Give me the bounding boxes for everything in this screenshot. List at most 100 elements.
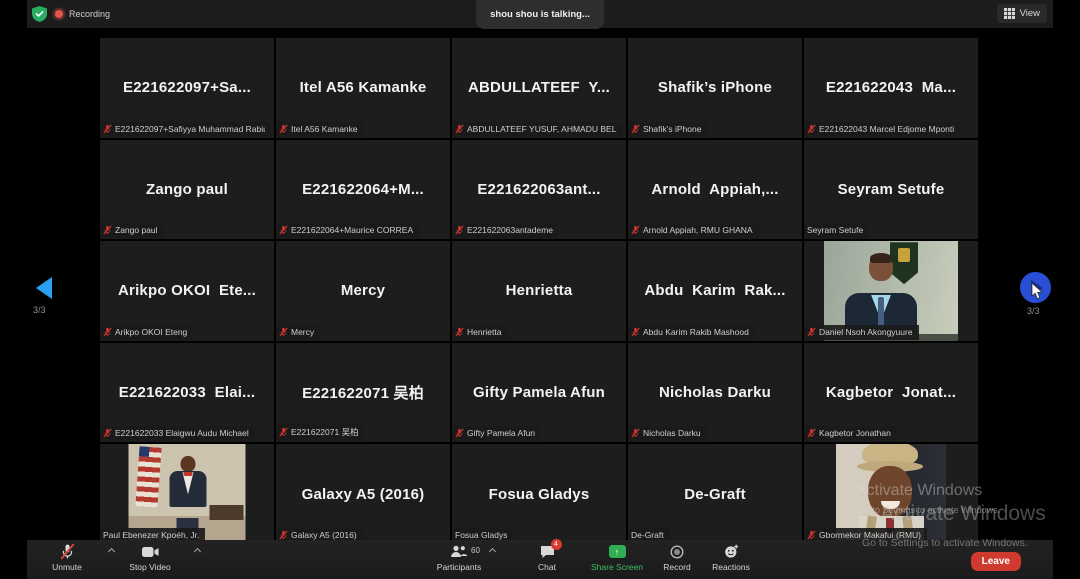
participant-tile[interactable]: Itel A56 Kamanke Itel A56 Kamanke — [276, 38, 450, 138]
participant-label-text: E221622063antademe — [467, 225, 553, 235]
participant-label-text: Itel A56 Kamanke — [291, 124, 358, 134]
shield-check-icon[interactable] — [32, 6, 47, 22]
page-indicator-left: 3/3 — [33, 305, 46, 315]
share-screen-button[interactable]: ↑ Share Screen — [580, 543, 654, 572]
participant-label-text: Nicholas Darku — [643, 428, 701, 438]
participant-tile[interactable]: Henrietta Henrietta — [452, 241, 626, 341]
participant-tile[interactable]: E221622064+M... E221622064+Maurice CORRE… — [276, 140, 450, 240]
mic-muted-icon — [279, 124, 288, 134]
participants-label: Participants — [437, 562, 481, 572]
participant-label-text: E221622064+Maurice CORREA — [291, 225, 413, 235]
participant-tile[interactable]: E221622043 Ma... E221622043 Marcel Edjom… — [804, 38, 978, 138]
stop-video-label: Stop Video — [129, 562, 170, 572]
participant-label-text: Shafik’s iPhone — [643, 124, 701, 134]
participant-name-label: Gifty Pamela Afun — [452, 426, 541, 441]
participant-tile[interactable]: Fosua Gladys Fosua Gladys — [452, 444, 626, 544]
participant-name-label: ABDULLATEEF YUSUF, AHMADU BELLO ... — [452, 122, 623, 137]
mic-muted-icon — [631, 327, 640, 337]
participant-label-text: Fosua Gladys — [455, 530, 507, 540]
participant-tile[interactable]: Gifty Pamela Afun Gifty Pamela Afun — [452, 343, 626, 443]
mic-muted-icon — [103, 428, 112, 438]
mouse-cursor — [1031, 283, 1044, 300]
participant-tile[interactable]: Kagbetor Jonat... Kagbetor Jonathan — [804, 343, 978, 443]
record-label: Record — [663, 562, 690, 572]
participant-tile[interactable]: Abdu Karim Rak... Abdu Karim Rakib Masho… — [628, 241, 802, 341]
participant-name-label: E221622064+Maurice CORREA — [276, 223, 419, 238]
participant-tile[interactable]: E221622097+Sa... E221622097+Safiyya Muha… — [100, 38, 274, 138]
participant-tile[interactable]: Shafik’s iPhone Shafik’s iPhone — [628, 38, 802, 138]
participant-label-text: Seyram Setufe — [807, 225, 863, 235]
previous-page-arrow[interactable] — [36, 277, 52, 299]
recording-label: Recording — [69, 9, 110, 19]
participant-tile[interactable]: Galaxy A5 (2016) Galaxy A5 (2016) — [276, 444, 450, 544]
mic-muted-icon — [631, 124, 640, 134]
participant-label-text: Mercy — [291, 327, 314, 337]
participant-label-text: E221622043 Marcel Edjome Mponti — [819, 124, 954, 134]
reactions-smiley-icon — [724, 543, 739, 560]
participants-icon — [450, 543, 468, 560]
participant-tile[interactable]: Zango paul Zango paul — [100, 140, 274, 240]
leave-button[interactable]: Leave — [971, 552, 1021, 571]
participant-name-label: Zango paul — [100, 223, 164, 238]
view-button[interactable]: View — [997, 4, 1047, 23]
chat-label: Chat — [538, 562, 556, 572]
participants-button[interactable]: Participants 60 — [427, 543, 491, 572]
participant-label-text: E221622033 Elaigwu Audu Michael — [115, 428, 249, 438]
participant-tile[interactable]: Mercy Mercy — [276, 241, 450, 341]
participant-tile[interactable]: E221622033 Elai... E221622033 Elaigwu Au… — [100, 343, 274, 443]
reactions-button[interactable]: Reactions — [703, 543, 759, 572]
participant-tile[interactable]: E221622071 吴柏 E221622071 吴柏 — [276, 343, 450, 443]
mic-muted-icon — [455, 225, 464, 235]
chat-bubble-icon: 4 — [540, 543, 555, 560]
mic-muted-icon — [807, 530, 816, 540]
participant-name-label: Henrietta — [452, 325, 508, 340]
participant-label-text: E221622071 吴柏 — [291, 426, 359, 438]
participant-tile[interactable]: Daniel Nsoh Akongyuure — [804, 241, 978, 341]
participant-name-label: Arnold Appiah, RMU GHANA — [628, 223, 759, 238]
stop-video-button[interactable]: Stop Video — [115, 543, 185, 572]
participant-label-text: De-Graft — [631, 530, 664, 540]
top-bar: Recording shou shou is talking... View — [27, 0, 1053, 28]
share-screen-icon: ↑ — [609, 543, 626, 560]
recording-dot-icon — [55, 10, 63, 18]
participant-label-text: Paul Ebenezer Kpoéh, Jr. — [103, 530, 199, 540]
participant-tile[interactable]: Paul Ebenezer Kpoéh, Jr. — [100, 444, 274, 544]
video-camera-icon — [142, 543, 159, 560]
video-options-chevron-icon[interactable] — [194, 548, 201, 555]
participant-tile[interactable]: E221622063ant... E221622063antademe — [452, 140, 626, 240]
chat-unread-badge: 4 — [551, 539, 562, 550]
participant-name-label: Nicholas Darku — [628, 426, 707, 441]
participant-tile[interactable]: ABDULLATEEF Y... ABDULLATEEF YUSUF, AHMA… — [452, 38, 626, 138]
mic-muted-icon — [631, 225, 640, 235]
participant-label-text: Abdu Karim Rakib Mashood — [643, 327, 749, 337]
participant-label-text: Daniel Nsoh Akongyuure — [819, 327, 913, 337]
mic-muted-icon — [807, 124, 816, 134]
participant-name-label: Abdu Karim Rakib Mashood — [628, 325, 755, 340]
participant-tile[interactable]: Seyram Setufe Seyram Setufe — [804, 140, 978, 240]
mic-muted-icon — [279, 225, 288, 235]
chat-button[interactable]: 4 Chat — [527, 543, 567, 572]
unmute-options-chevron-icon[interactable] — [108, 548, 115, 555]
participant-name-label: Shafik’s iPhone — [628, 122, 707, 137]
mic-muted-icon — [455, 327, 464, 337]
participants-count: 60 — [471, 546, 480, 555]
unmute-label: Unmute — [52, 562, 82, 572]
participant-grid: E221622097+Sa... E221622097+Safiyya Muha… — [100, 38, 978, 544]
unmute-button[interactable]: Unmute — [37, 543, 97, 572]
page-indicator-right: 3/3 — [1027, 306, 1040, 316]
participant-tile[interactable]: Nicholas Darku Nicholas Darku — [628, 343, 802, 443]
mic-muted-icon — [631, 428, 640, 438]
participant-tile[interactable]: De-Graft De-Graft — [628, 444, 802, 544]
recording-indicator[interactable]: Recording — [55, 9, 110, 19]
reactions-label: Reactions — [712, 562, 750, 572]
participant-name-label: Arikpo OKOI Eteng — [100, 325, 193, 340]
bottom-toolbar: Unmute Stop Video Particip — [27, 540, 1053, 579]
mic-muted-icon — [103, 225, 112, 235]
participant-tile[interactable]: Gbormekor Makafui (RMU) — [804, 444, 978, 544]
participant-name-label: E221622063antademe — [452, 223, 559, 238]
participant-tile[interactable]: Arnold Appiah,... Arnold Appiah, RMU GHA… — [628, 140, 802, 240]
zoom-meeting-window: Recording shou shou is talking... View — [0, 0, 1080, 579]
record-button[interactable]: Record — [655, 543, 699, 572]
participant-tile[interactable]: Arikpo OKOI Ete... Arikpo OKOI Eteng — [100, 241, 274, 341]
participant-label-text: Arikpo OKOI Eteng — [115, 327, 187, 337]
